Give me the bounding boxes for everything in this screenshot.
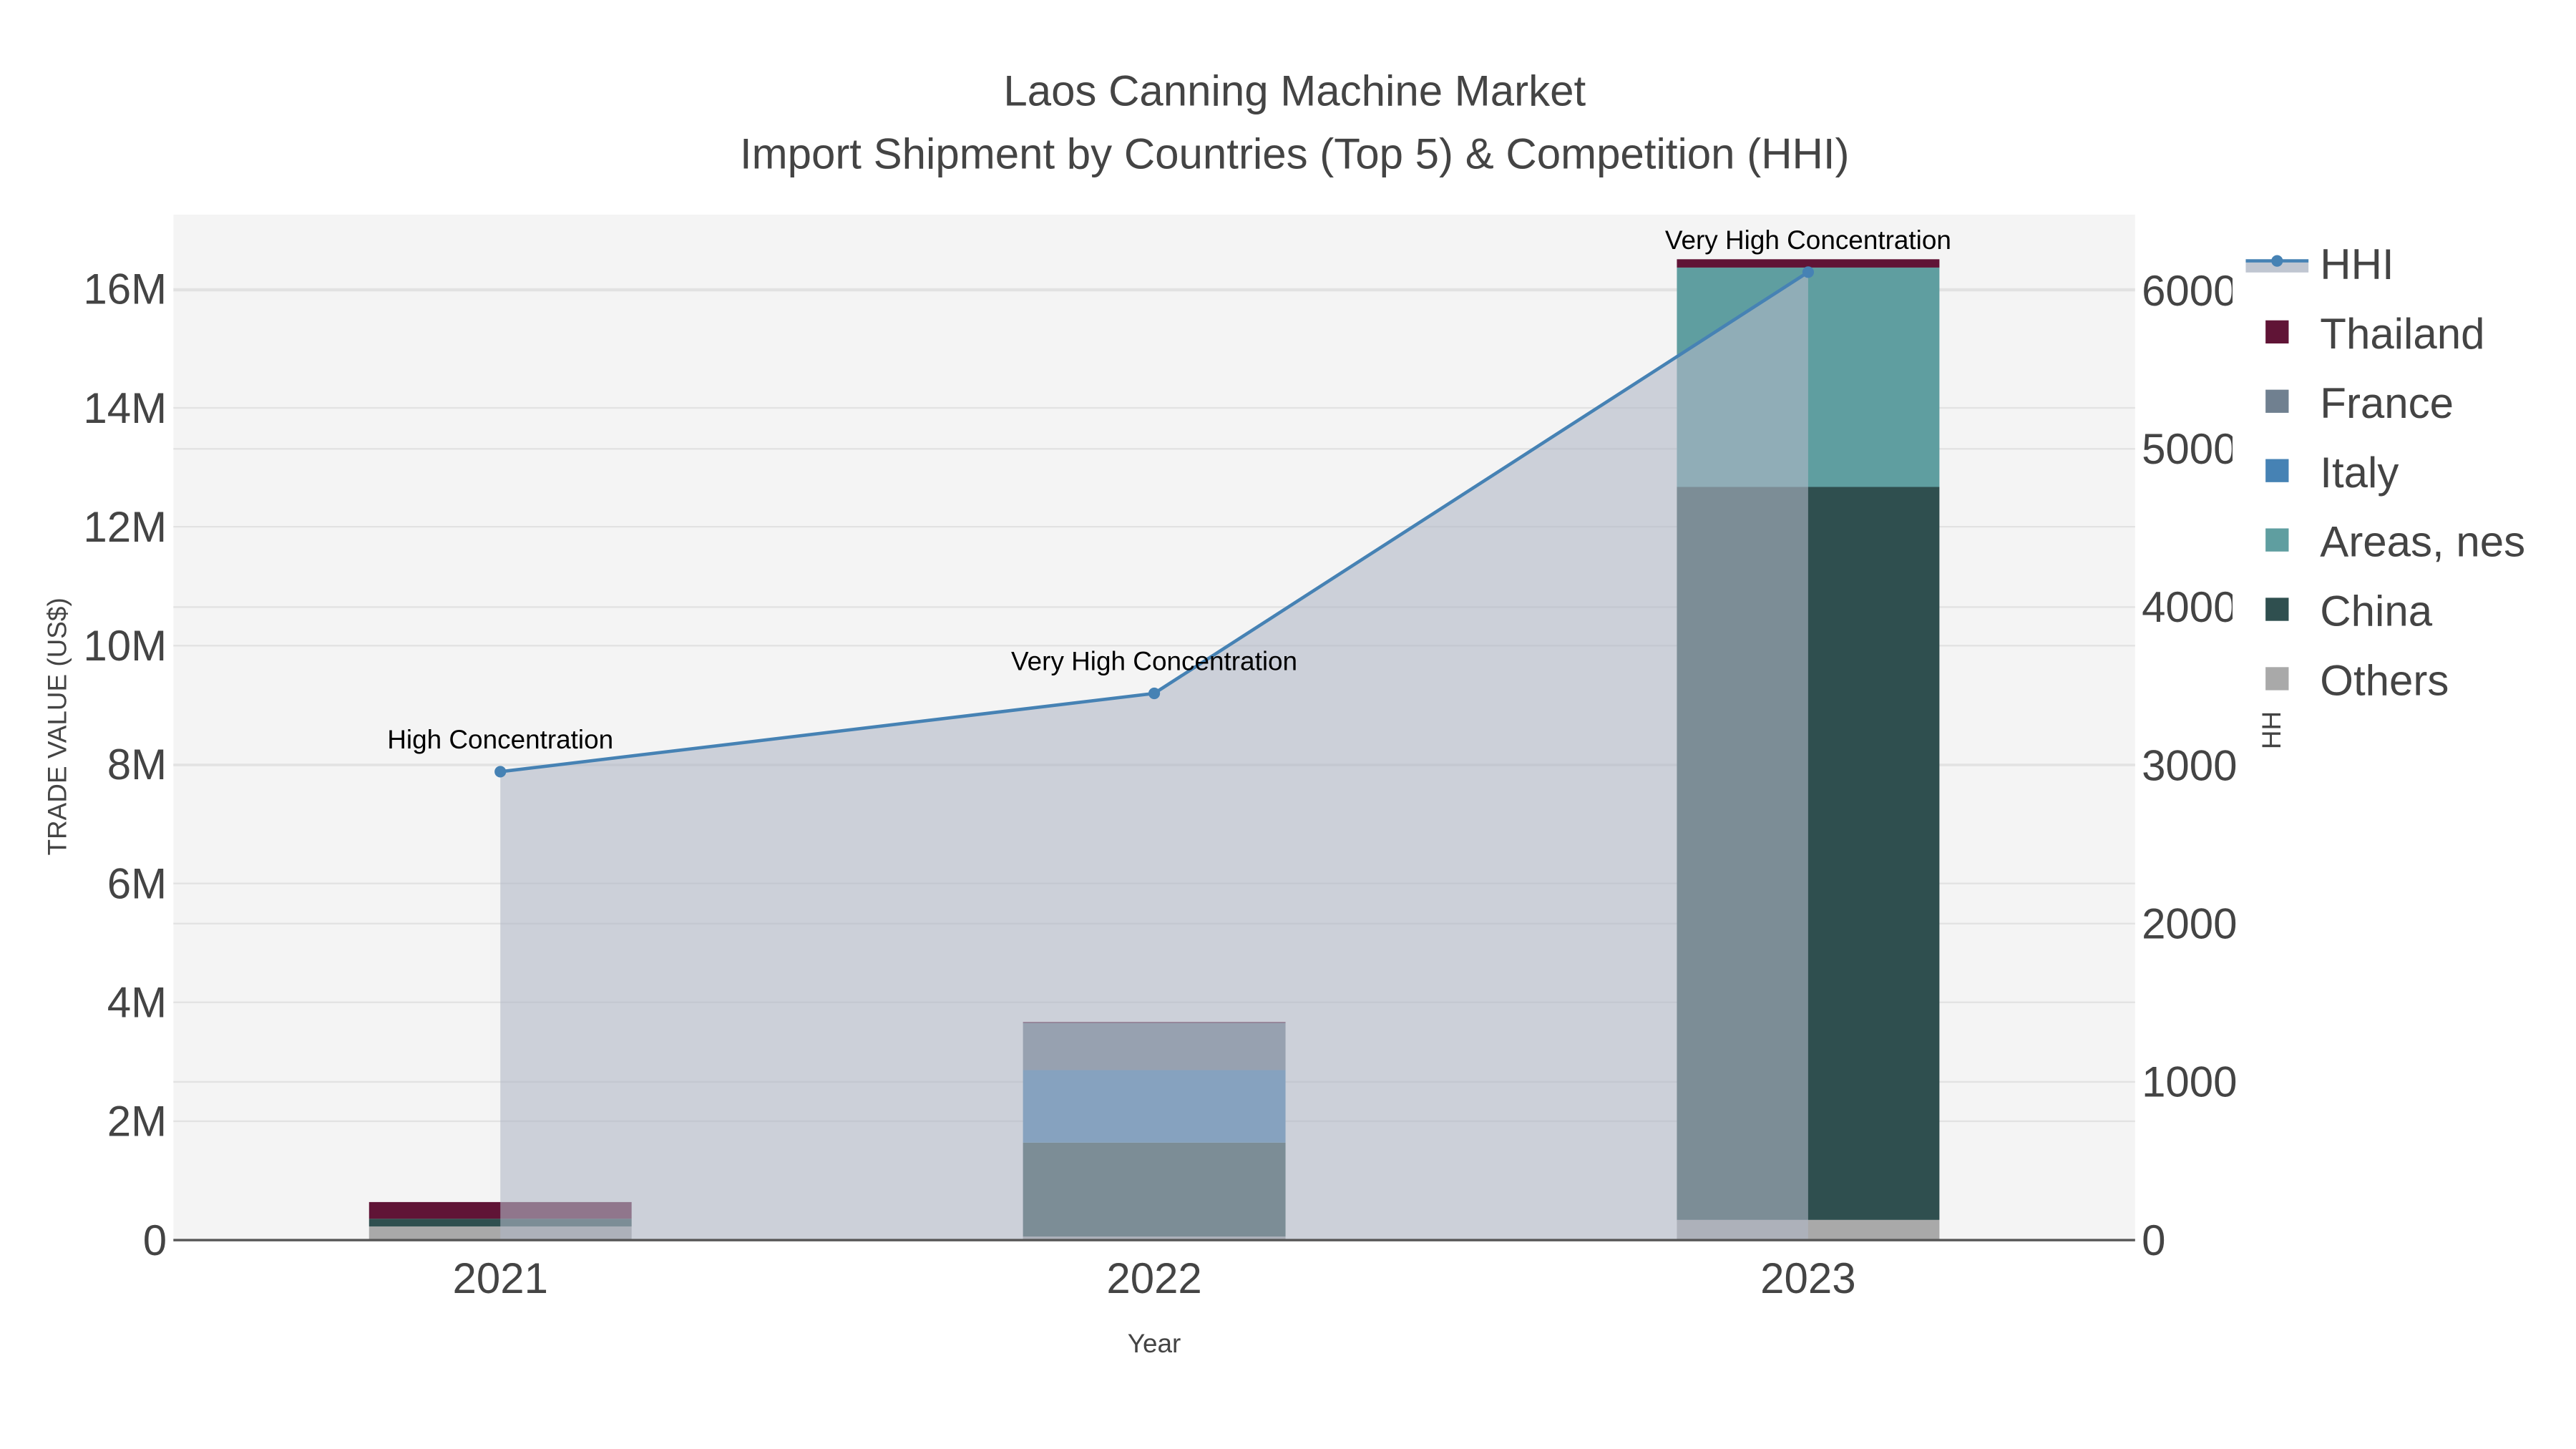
y2-tick-label: 1000 [2142, 1058, 2237, 1106]
y-tick-label: 2M [107, 1098, 167, 1146]
x-tick-label: 2023 [1760, 1254, 1855, 1302]
y-tick-label: 8M [107, 741, 167, 789]
y2-tick-label: 2000 [2142, 900, 2237, 948]
hhi-annotation: Very High Concentration [1665, 225, 1951, 255]
legend-swatch-thailand [2265, 320, 2289, 343]
y-tick-label: 14M [83, 384, 167, 432]
chart: Laos Canning Machine Market Import Shipm… [42, 67, 2576, 1358]
legend-swatch-china [2265, 597, 2289, 621]
x-tick-label: 2022 [1106, 1254, 1201, 1302]
legend-label-others: Others [2320, 657, 2449, 705]
legend-swatch-areas-nes [2265, 528, 2289, 552]
y2-tick-label: 6000 [2142, 267, 2237, 315]
x-tick-label: 2021 [452, 1254, 547, 1302]
x-axis-ticks: 2021 2022 2023 [452, 1254, 1855, 1302]
chart-title-line2: Import Shipment by Countries (Top 5) & C… [740, 130, 1850, 177]
hhi-point-2023 [1802, 266, 1814, 278]
legend-label-thailand: Thailand [2320, 310, 2484, 358]
hhi-annotation: Very High Concentration [1011, 647, 1297, 676]
hhi-point-2022 [1148, 687, 1161, 700]
y-axis-ticks: 0 2M 4M 6M 8M 10M 12M 14M 16M [83, 265, 167, 1264]
hhi-annotation: High Concentration [387, 725, 613, 754]
y-tick-label: 0 [143, 1216, 167, 1264]
y-tick-label: 12M [83, 503, 167, 551]
y-axis-title: TRADE VALUE (US$) [42, 597, 72, 855]
legend-label-france: France [2320, 379, 2454, 427]
y2-axis-title: HHI [2257, 704, 2286, 750]
legend-swatch-italy [2265, 459, 2289, 482]
legend: HHI Thailand France Italy Areas, nes China Oth… [2233, 231, 2576, 711]
legend-label-areas-nes: Areas, nes [2320, 518, 2525, 566]
y-tick-label: 6M [107, 859, 167, 907]
legend-label-hhi: HHI [2320, 240, 2394, 288]
legend-label-china: China [2320, 587, 2432, 635]
bar-thailand-2023 [1677, 259, 1940, 268]
legend-swatch-hhi-marker [2271, 255, 2283, 267]
legend-label-italy: Italy [2320, 449, 2399, 497]
y-tick-label: 10M [83, 622, 167, 670]
y2-axis-ticks: 0 1000 2000 3000 4000 5000 6000 [2142, 267, 2237, 1264]
chart-title-line1: Laos Canning Machine Market [1003, 67, 1586, 115]
y2-tick-label: 4000 [2142, 583, 2237, 631]
y-tick-label: 16M [83, 265, 167, 313]
y2-tick-label: 5000 [2142, 425, 2237, 473]
y-tick-label: 4M [107, 979, 167, 1027]
y2-tick-label: 0 [2142, 1216, 2165, 1264]
hhi-point-2021 [494, 766, 507, 778]
x-axis-title: Year [1128, 1329, 1181, 1358]
legend-swatch-france [2265, 389, 2289, 413]
y2-tick-label: 3000 [2142, 741, 2237, 789]
legend-swatch-others [2265, 667, 2289, 691]
